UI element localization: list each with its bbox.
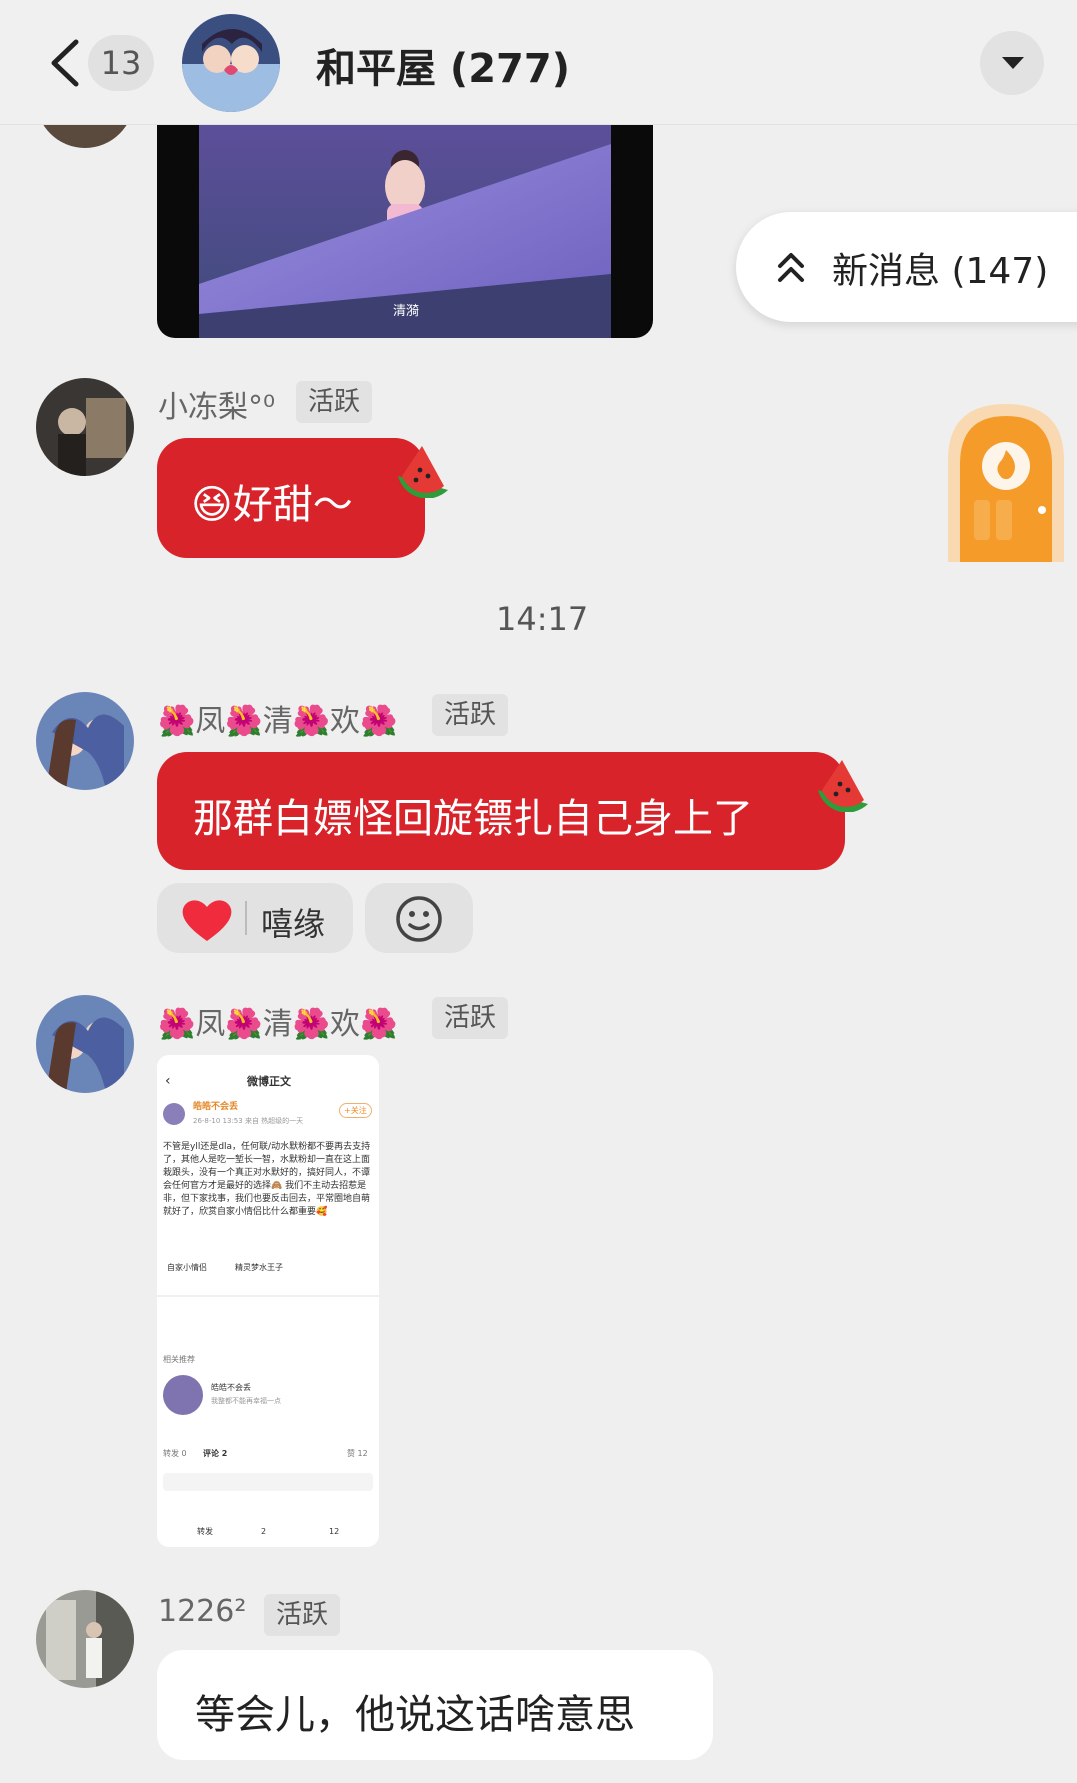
screenshot-rec-desc: 我整都不能再幸福一点 — [211, 1397, 281, 1405]
activity-badge: 活跃 — [432, 694, 509, 736]
avatar[interactable] — [36, 692, 134, 790]
watermelon-icon — [818, 760, 868, 812]
screenshot-rec-avatar — [163, 1375, 203, 1415]
screenshot-tab-comments: 评论 2 — [203, 1449, 228, 1458]
watermelon-icon — [398, 446, 448, 498]
message-text: 等会儿，他说这话啥意思 — [195, 1692, 635, 1738]
back-count[interactable]: 13 — [88, 35, 154, 91]
screenshot-tag: 精灵梦水王子 — [235, 1263, 283, 1272]
screenshot-tab-likes: 赞 12 — [347, 1449, 368, 1458]
message-text: 那群白嫖怪回旋镖扎自己身上了 — [193, 796, 753, 842]
new-messages-button[interactable]: 新消息 (147) — [736, 212, 1077, 322]
smiley-icon — [396, 896, 442, 942]
screenshot-body: 不管是yll还是dla，任何联/动水默粉都不要再去支持了，其他人是吃一堑长一智，… — [163, 1142, 371, 1217]
back-icon[interactable] — [46, 38, 86, 88]
screenshot-back-icon: ‹ — [165, 1073, 171, 1089]
screenshot-follow: +关注 — [339, 1103, 372, 1118]
screenshot-action-like: 12 — [329, 1527, 340, 1536]
group-avatar-image[interactable] — [182, 14, 280, 112]
message-bubble[interactable]: 那群白嫖怪回旋镖扎自己身上了 — [157, 752, 845, 870]
screenshot-related-label: 相关推荐 — [163, 1355, 195, 1364]
sender-name: 1226² — [158, 1594, 247, 1629]
screenshot-tag: 自家小情侣 — [167, 1263, 207, 1272]
double-chevron-up-icon — [778, 253, 804, 282]
message-bubble[interactable]: 😆好甜～ — [157, 438, 425, 558]
new-messages-label: 新消息 (147) — [832, 251, 1049, 292]
video-subtitle: 清漪 — [393, 304, 420, 319]
screenshot-action-comment: 2 — [261, 1527, 267, 1536]
reaction-chip[interactable]: 嘻缘 — [157, 883, 353, 953]
sender-name: 🌺凤🌺清🌺欢🌺 — [158, 1007, 398, 1042]
video-message[interactable]: 清漪 — [157, 124, 653, 338]
avatar[interactable] — [36, 378, 134, 476]
sender-name: 🌺凤🌺清🌺欢🌺 — [158, 704, 398, 739]
screenshot-tab-repost: 转发 0 — [163, 1449, 187, 1458]
message-timestamp: 14:17 — [496, 600, 589, 638]
screenshot-page-title: 微博正文 — [247, 1075, 291, 1088]
screenshot-author: 皓皓不会丢 — [193, 1102, 239, 1112]
activity-badge: 活跃 — [264, 1594, 341, 1636]
add-reaction-button[interactable] — [365, 883, 473, 953]
sender-name: 小冻梨°⁰ — [158, 390, 276, 425]
reaction-divider — [245, 901, 247, 935]
reaction-user: 嘻缘 — [261, 905, 326, 943]
message-text: 😆好甜～ — [191, 482, 353, 528]
activity-badge: 活跃 — [296, 381, 373, 423]
screenshot-comment-box — [163, 1473, 373, 1491]
dropdown-button[interactable] — [980, 31, 1044, 95]
message-bubble[interactable]: 等会儿，他说这话啥意思 — [157, 1650, 713, 1760]
screenshot-rec-name: 皓皓不会丢 — [211, 1383, 251, 1392]
screenshot-action-repost: 转发 — [197, 1527, 213, 1536]
screenshot-meta: 26-8-10 13:53 来自 热超级的一天 — [193, 1117, 304, 1125]
header-layer: 13 和平屋 (277) — [0, 0, 1077, 124]
screenshot-divider — [157, 1295, 379, 1297]
door-widget-icon[interactable] — [944, 400, 1068, 562]
avatar[interactable] — [36, 995, 134, 1093]
group-name: 和平屋 (277) — [316, 46, 570, 92]
activity-badge: 活跃 — [432, 997, 509, 1039]
heart-icon — [182, 900, 232, 941]
avatar[interactable] — [36, 1590, 134, 1688]
screenshot-author-avatar — [163, 1103, 185, 1125]
image-message-weibo-screenshot[interactable]: ‹ 微博正文 皓皓不会丢 26-8-10 13:53 来自 热超级的一天 +关注… — [157, 1055, 379, 1547]
